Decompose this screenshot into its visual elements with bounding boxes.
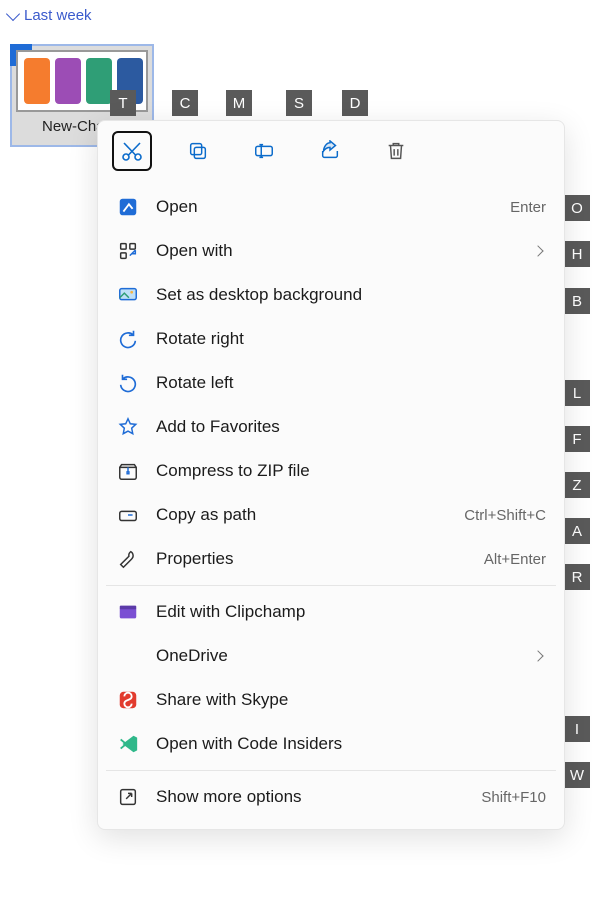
menu-label: Compress to ZIP file xyxy=(156,461,546,481)
hotkey-b: B xyxy=(564,288,590,314)
hotkey-d: D xyxy=(342,90,368,116)
hotkey-t: T xyxy=(110,90,136,116)
context-menu: Open Enter Open with Set as desktop back… xyxy=(97,120,565,830)
zip-icon xyxy=(116,459,140,483)
cut-button[interactable] xyxy=(112,131,152,171)
hotkey-s: S xyxy=(286,90,312,116)
rotate-right-icon xyxy=(116,327,140,351)
chevron-down-icon xyxy=(6,6,20,20)
hotkey-c: C xyxy=(172,90,198,116)
menu-open[interactable]: Open Enter xyxy=(98,185,564,229)
menu-rotate-left[interactable]: Rotate left xyxy=(98,361,564,405)
menu-rotate-right[interactable]: Rotate right xyxy=(98,317,564,361)
menu-label: Open xyxy=(156,197,494,217)
expand-icon xyxy=(116,785,140,809)
menu-label: Show more options xyxy=(156,787,465,807)
menu-label: Add to Favorites xyxy=(156,417,546,437)
menu-zip[interactable]: Compress to ZIP file xyxy=(98,449,564,493)
copy-path-icon xyxy=(116,503,140,527)
share-icon xyxy=(319,140,341,162)
menu-label: OneDrive xyxy=(156,646,518,666)
open-icon xyxy=(116,195,140,219)
hotkey-w: W xyxy=(564,762,590,788)
menu-properties[interactable]: Properties Alt+Enter xyxy=(98,537,564,581)
menu-label: Open with Code Insiders xyxy=(156,734,546,754)
hotkey-o: O xyxy=(564,195,590,221)
menu-skype[interactable]: Share with Skype xyxy=(98,678,564,722)
menu-label: Rotate left xyxy=(156,373,546,393)
menu-shortcut: Shift+F10 xyxy=(481,789,546,806)
hotkey-m: M xyxy=(226,90,252,116)
menu-label: Properties xyxy=(156,549,468,569)
skype-icon xyxy=(116,688,140,712)
rotate-left-icon xyxy=(116,371,140,395)
menu-clipchamp[interactable]: Edit with Clipchamp xyxy=(98,590,564,634)
rename-button[interactable] xyxy=(244,131,284,171)
menu-label: Open with xyxy=(156,241,518,261)
menu-shortcut: Enter xyxy=(510,199,546,216)
menu-shortcut: Ctrl+Shift+C xyxy=(464,507,546,524)
chevron-right-icon xyxy=(532,245,543,256)
hotkey-i: I xyxy=(564,716,590,742)
menu-shortcut: Alt+Enter xyxy=(484,551,546,568)
copy-button[interactable] xyxy=(178,131,218,171)
separator xyxy=(106,585,556,586)
menu-label: Rotate right xyxy=(156,329,546,349)
wrench-icon xyxy=(116,547,140,571)
open-with-icon xyxy=(116,239,140,263)
delete-button[interactable] xyxy=(376,131,416,171)
menu-onedrive[interactable]: OneDrive xyxy=(98,634,564,678)
copy-icon xyxy=(187,140,209,162)
onedrive-icon xyxy=(116,644,140,668)
hotkey-l: L xyxy=(564,380,590,406)
group-header[interactable]: Last week xyxy=(0,0,614,28)
menu-label: Edit with Clipchamp xyxy=(156,602,546,622)
separator xyxy=(106,770,556,771)
hotkey-z: Z xyxy=(564,472,590,498)
quick-actions-row xyxy=(98,121,564,183)
menu-set-desktop[interactable]: Set as desktop background xyxy=(98,273,564,317)
desktop-icon xyxy=(116,283,140,307)
scissors-icon xyxy=(120,139,144,163)
menu-label: Copy as path xyxy=(156,505,448,525)
hotkey-f: F xyxy=(564,426,590,452)
star-icon xyxy=(116,415,140,439)
rename-icon xyxy=(252,140,276,162)
hotkey-a: A xyxy=(564,518,590,544)
share-button[interactable] xyxy=(310,131,350,171)
menu-copy-path[interactable]: Copy as path Ctrl+Shift+C xyxy=(98,493,564,537)
menu-code[interactable]: Open with Code Insiders xyxy=(98,722,564,766)
chevron-right-icon xyxy=(532,650,543,661)
menu-label: Set as desktop background xyxy=(156,285,546,305)
clipchamp-icon xyxy=(116,600,140,624)
trash-icon xyxy=(385,140,407,162)
menu-open-with[interactable]: Open with xyxy=(98,229,564,273)
group-label: Last week xyxy=(24,7,92,24)
hotkey-r: R xyxy=(564,564,590,590)
menu-more[interactable]: Show more options Shift+F10 xyxy=(98,775,564,819)
hotkey-h: H xyxy=(564,241,590,267)
menu-favorites[interactable]: Add to Favorites xyxy=(98,405,564,449)
vscode-icon xyxy=(116,732,140,756)
menu-list: Open Enter Open with Set as desktop back… xyxy=(98,183,564,821)
menu-label: Share with Skype xyxy=(156,690,546,710)
